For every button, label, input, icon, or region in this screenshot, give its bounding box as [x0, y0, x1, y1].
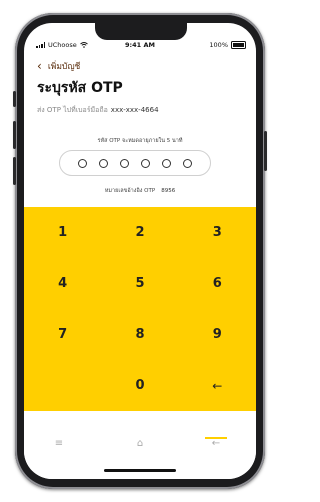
key-5[interactable]: 5: [101, 258, 178, 309]
home-icon[interactable]: ⌂: [120, 438, 160, 449]
chevron-left-icon: ‹: [37, 59, 42, 73]
volume-down-button: [13, 157, 16, 185]
otp-ref-label: หมายเลขอ้างอิง OTP: [104, 188, 156, 194]
otp-ref-code: 8956: [161, 188, 176, 194]
numeric-keypad: 1 2 3 4 5 6 7 8 9 0 ←: [24, 207, 256, 411]
otp-digit-5: [162, 158, 171, 168]
otp-input[interactable]: [59, 150, 211, 176]
page-title: ระบุรหัส OTP: [37, 80, 123, 96]
key-4[interactable]: 4: [24, 258, 101, 309]
phone-number: xxx-xxx-4664: [110, 106, 159, 114]
key-empty: [24, 360, 101, 411]
otp-sent-info: ส่ง OTP ไปที่เบอร์มือถือ xxx-xxx-4664: [37, 105, 159, 116]
key-2[interactable]: 2: [101, 207, 178, 258]
key-0[interactable]: 0: [101, 360, 178, 411]
app-screen: UChoose 9:41 AM 100% ‹ เพิ่มบัญชี ระบุรห…: [24, 23, 256, 479]
otp-digit-4: [141, 158, 150, 168]
mute-switch: [13, 91, 16, 107]
status-bar: UChoose 9:41 AM 100%: [24, 41, 256, 53]
backspace-key[interactable]: ←: [179, 360, 256, 411]
back-arrow-icon[interactable]: ←: [196, 438, 236, 449]
key-1[interactable]: 1: [24, 207, 101, 258]
key-8[interactable]: 8: [101, 309, 178, 360]
otp-digit-2: [99, 158, 108, 168]
otp-expire-text: รหัส OTP จะหมดอายุภายใน 5 นาที: [97, 138, 183, 144]
key-9[interactable]: 9: [179, 309, 256, 360]
power-button: [264, 131, 267, 171]
back-button[interactable]: ‹ เพิ่มบัญชี: [37, 59, 80, 73]
home-indicator: [104, 469, 176, 472]
otp-digit-6: [183, 158, 192, 168]
system-navbar: ≡ ⌂ ←: [24, 411, 256, 479]
key-3[interactable]: 3: [179, 207, 256, 258]
notch: [95, 23, 187, 40]
otp-sent-text: ส่ง OTP ไปที่เบอร์มือถือ: [37, 106, 108, 114]
volume-up-button: [13, 121, 16, 149]
back-label: เพิ่มบัญชี: [47, 62, 81, 72]
battery-icon: [231, 41, 246, 49]
battery-group: 100%: [209, 41, 246, 49]
battery-percent: 100%: [209, 41, 228, 49]
key-7[interactable]: 7: [24, 309, 101, 360]
otp-digit-1: [78, 158, 87, 168]
otp-digit-3: [120, 158, 129, 168]
key-6[interactable]: 6: [179, 258, 256, 309]
otp-reference: หมายเลขอ้างอิง OTP 8956: [24, 187, 256, 195]
menu-icon[interactable]: ≡: [39, 438, 79, 449]
